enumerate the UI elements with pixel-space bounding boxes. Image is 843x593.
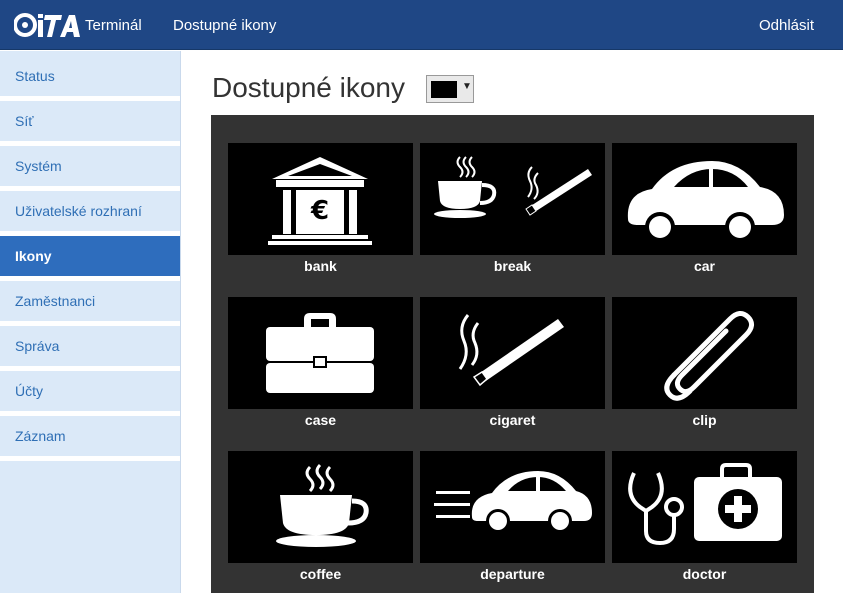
icon-tile-departure[interactable]: departure (420, 451, 605, 582)
icon-image (612, 451, 797, 563)
icon-image: € (228, 143, 413, 255)
logout-link[interactable]: Odhlásit (759, 17, 814, 34)
icon-tile-bank[interactable]: € bank (228, 143, 413, 274)
cigaret-icon (458, 314, 564, 387)
color-select[interactable]: ▼ (426, 75, 474, 103)
icon-label: clip (692, 412, 717, 428)
sidebar-item-employees[interactable]: Zaměstnanci (0, 281, 180, 326)
break-icon (434, 156, 592, 218)
icon-tile-coffee[interactable]: coffee (228, 451, 413, 582)
sidebar: Status Síť Systém Uživatelské rozhraní I… (0, 51, 181, 593)
clip-icon (664, 311, 754, 401)
departure-icon (434, 471, 592, 533)
icon-tile-doctor[interactable]: doctor (612, 451, 797, 582)
page-title: Dostupné ikony (212, 72, 406, 103)
icon-tile-clip[interactable]: clip (612, 297, 797, 428)
ita-logo (14, 13, 80, 37)
icon-image (612, 297, 797, 409)
sidebar-item-label: Uživatelské rozhraní (15, 203, 142, 219)
icon-image (420, 451, 605, 563)
icon-image (420, 143, 605, 255)
icon-label: break (493, 258, 532, 274)
icon-label: bank (304, 258, 337, 274)
icon-label: case (304, 412, 337, 428)
icon-label: doctor (682, 566, 727, 582)
sidebar-item-log[interactable]: Záznam (0, 416, 180, 461)
icon-label: car (693, 258, 716, 274)
sidebar-item-administration[interactable]: Správa (0, 326, 180, 371)
icon-grid-panel: € bank break car case cigaret clip coffe… (211, 115, 814, 593)
coffee-icon (276, 463, 369, 547)
nav-available-icons[interactable]: Dostupné ikony (173, 17, 276, 34)
case-icon (266, 313, 374, 393)
sidebar-item-label: Záznam (15, 428, 66, 444)
doctor-icon (628, 463, 782, 546)
sidebar-item-label: Účty (15, 383, 43, 399)
chevron-down-icon: ▼ (462, 81, 472, 92)
icon-image (612, 143, 797, 255)
sidebar-item-label: Síť (15, 113, 34, 129)
icon-image (228, 297, 413, 409)
sidebar-item-network[interactable]: Síť (0, 101, 180, 146)
sidebar-item-system[interactable]: Systém (0, 146, 180, 191)
icon-label: departure (480, 566, 545, 582)
icon-label: coffee (299, 566, 342, 582)
car-icon (627, 161, 784, 242)
icon-tile-break[interactable]: break (420, 143, 605, 274)
brand-label: Terminál (85, 17, 142, 34)
sidebar-item-accounts[interactable]: Účty (0, 371, 180, 416)
color-swatch (431, 81, 457, 98)
sidebar-item-label: Správa (15, 338, 60, 354)
sidebar-item-label: Ikony (15, 248, 52, 264)
icon-image (228, 451, 413, 563)
bank-icon: € (268, 157, 372, 245)
sidebar-item-user-interface[interactable]: Uživatelské rozhraní (0, 191, 180, 236)
icon-label: cigaret (489, 412, 536, 428)
sidebar-item-icons[interactable]: Ikony (0, 236, 180, 281)
icon-tile-cigaret[interactable]: cigaret (420, 297, 605, 428)
icon-image (420, 297, 605, 409)
top-bar: Terminál Dostupné ikony Odhlásit (0, 0, 843, 50)
svg-text:€: € (310, 196, 329, 226)
sidebar-item-label: Zaměstnanci (15, 293, 96, 309)
sidebar-item-status[interactable]: Status (0, 56, 180, 101)
icon-tile-car[interactable]: car (612, 143, 797, 274)
icon-tile-case[interactable]: case (228, 297, 413, 428)
sidebar-item-label: Status (15, 68, 55, 84)
sidebar-item-label: Systém (15, 158, 62, 174)
